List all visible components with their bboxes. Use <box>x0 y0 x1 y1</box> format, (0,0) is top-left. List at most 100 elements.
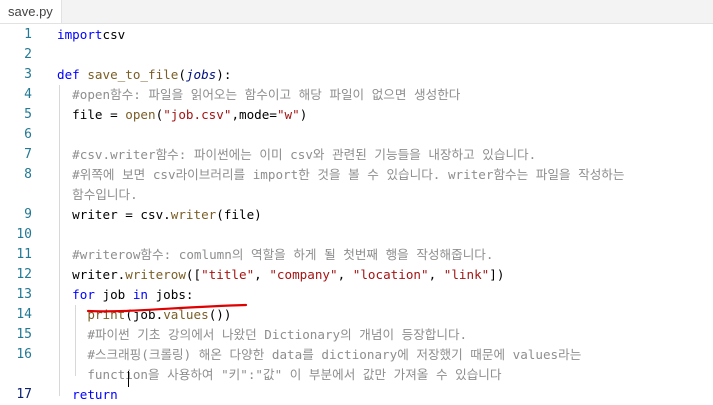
code-token: ]) <box>489 267 505 282</box>
line-number: 16 <box>16 347 32 362</box>
code-token: in <box>132 287 149 302</box>
code-text: def save_to_file(jobs): <box>57 65 231 85</box>
code-line[interactable]: 17 return <box>0 385 713 405</box>
code-token: "job.csv" <box>163 107 232 122</box>
code-line[interactable]: 7 #csv.writer함수: 파이썬에는 이미 csv와 관련된 기능들을 … <box>0 145 713 165</box>
line-number: 17 <box>16 387 32 402</box>
code-token: csv <box>102 27 126 42</box>
line-number: 5 <box>24 107 32 122</box>
text-cursor <box>128 371 129 387</box>
code-token: #위쪽에 보면 csv라이브러리를 import한 것을 볼 수 있습니다. w… <box>72 167 625 182</box>
code-token: writerow <box>125 267 186 282</box>
code-line[interactable]: 6 <box>0 125 713 145</box>
code-token: writer <box>170 207 217 222</box>
code-line[interactable]: 12 writer.writerow(["title", "company", … <box>0 265 713 285</box>
code-editor[interactable]: 1 importcsv 2 3 def save_to_file(jobs): 4 #op… <box>0 25 713 402</box>
code-token: open <box>125 107 156 122</box>
code-token: #open함수: 파일을 읽어오는 함수이고 해당 파일이 없으면 생성한다 <box>72 87 461 102</box>
code-line[interactable]: 9 writer = csv.writer(file) <box>0 205 713 225</box>
line-number: 12 <box>16 267 32 282</box>
file-tab-label: save.py <box>8 4 53 19</box>
code-token: #스크래핑(크롤링) 해온 다양한 data를 dictionary에 저장했기… <box>87 347 582 362</box>
line-number: 1 <box>24 27 32 42</box>
line-number: 11 <box>16 247 32 262</box>
line-number: 8 <box>24 167 32 182</box>
code-token: 함수입니다. <box>72 187 138 202</box>
line-number: 15 <box>16 327 32 342</box>
code-line[interactable]: 16 #스크래핑(크롤링) 해온 다양한 data를 dictionary에 저… <box>0 345 713 365</box>
line-number: 13 <box>16 287 32 302</box>
code-token: #writerow함수: comlumn의 역할을 하게 될 첫번째 행을 작성… <box>72 247 494 262</box>
code-token: def <box>57 67 80 82</box>
code-line[interactable]: 함수입니다. <box>0 185 713 205</box>
line-number: 2 <box>24 47 32 62</box>
code-token: #csv.writer함수: 파이썬에는 이미 csv와 관련된 기능들을 내장… <box>72 147 537 162</box>
code-text: importcsv <box>57 25 125 45</box>
code-line[interactable]: 1 importcsv <box>0 25 713 45</box>
code-token: "location" <box>352 267 429 282</box>
code-line[interactable]: 8 #위쪽에 보면 csv라이브러리를 import한 것을 볼 수 있습니다.… <box>0 165 713 185</box>
code-line[interactable]: 10 <box>0 225 713 245</box>
code-token: writer. <box>57 267 126 282</box>
code-text: #위쪽에 보면 csv라이브러리를 import한 것을 볼 수 있습니다. w… <box>57 165 624 185</box>
line-number: 6 <box>24 127 32 142</box>
code-text: #csv.writer함수: 파이썬에는 이미 csv와 관련된 기능들을 내장… <box>57 145 536 165</box>
code-token: #파이썬 기초 강의에서 나왔던 Dictionary의 개념이 등장합니다. <box>87 327 468 342</box>
code-token: ( <box>178 67 186 82</box>
code-text: writer.writerow(["title", "company", "lo… <box>57 265 504 285</box>
code-token: ): <box>216 67 232 82</box>
code-token: ,mode= <box>231 107 277 122</box>
code-token: file = <box>57 107 126 122</box>
code-token: ) <box>299 107 308 122</box>
code-token: job <box>94 287 133 302</box>
red-underline-annotation <box>86 303 248 313</box>
code-line[interactable]: 11 #writerow함수: comlumn의 역할을 하게 될 첫번째 행을… <box>0 245 713 265</box>
tab-bar: save.py <box>0 0 713 24</box>
file-tab[interactable]: save.py <box>0 0 62 23</box>
code-token: return <box>72 387 118 402</box>
code-line[interactable]: 15 #파이썬 기초 강의에서 나왔던 Dictionary의 개념이 등장합니… <box>0 325 713 345</box>
code-token: import <box>57 27 103 42</box>
code-token: function을 사용하여 "키":"값" 이 부분에서 값만 가져올 수 있… <box>87 367 502 382</box>
code-text: #스크래핑(크롤링) 해온 다양한 data를 dictionary에 저장했기… <box>57 345 581 365</box>
code-line[interactable]: 2 <box>0 45 713 65</box>
code-token: "link" <box>443 267 490 282</box>
code-line[interactable]: 4 #open함수: 파일을 읽어오는 함수이고 해당 파일이 없으면 생성한다 <box>0 85 713 105</box>
line-number: 4 <box>24 87 32 102</box>
code-token: (file) <box>216 207 262 222</box>
line-number: 3 <box>24 67 32 82</box>
code-text: #open함수: 파일을 읽어오는 함수이고 해당 파일이 없으면 생성한다 <box>57 85 460 105</box>
code-text: #파이썬 기초 강의에서 나왔던 Dictionary의 개념이 등장합니다. <box>57 325 467 345</box>
code-token: ([ <box>185 267 202 282</box>
code-token: save_to_file <box>87 67 179 82</box>
code-line[interactable]: 5 file = open("job.csv",mode="w") <box>0 105 713 125</box>
code-token: jobs <box>185 67 217 82</box>
code-token: for <box>72 287 95 302</box>
line-number: 10 <box>16 227 32 242</box>
code-text: return <box>57 385 125 405</box>
line-number: 7 <box>24 147 32 162</box>
code-text: file = open("job.csv",mode="w") <box>57 105 307 125</box>
code-token: , <box>428 267 444 282</box>
code-line[interactable]: function을 사용하여 "키":"값" 이 부분에서 값만 가져올 수 있… <box>0 365 713 385</box>
code-text: #writerow함수: comlumn의 역할을 하게 될 첫번째 행을 작성… <box>57 245 493 265</box>
code-token: , <box>254 267 270 282</box>
code-line[interactable]: 3 def save_to_file(jobs): <box>0 65 713 85</box>
code-text: writer = csv.writer(file) <box>57 205 262 225</box>
code-token: "w" <box>276 107 300 122</box>
line-number: 14 <box>16 307 32 322</box>
code-token: "title" <box>201 267 255 282</box>
line-number: 9 <box>24 207 32 222</box>
code-text: function을 사용하여 "키":"값" 이 부분에서 값만 가져올 수 있… <box>57 365 501 385</box>
